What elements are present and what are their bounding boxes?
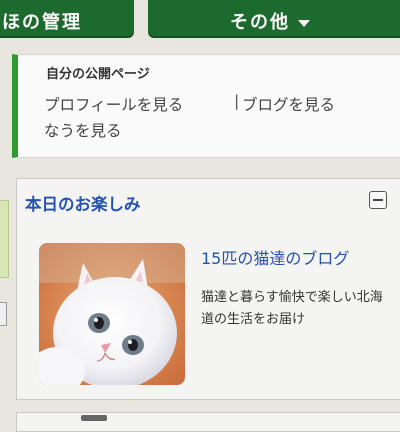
fun-today-title: 本日のお楽しみ [25,195,141,214]
kitten-photo [39,243,185,385]
left-scroll-tab[interactable] [0,302,7,326]
link-separator: | [234,92,240,110]
fun-today-panel: 本日のお楽しみ 15匹の猫達のブログ 猫達と暮らす愉快で楽しい北海道の生活をお届… [16,178,400,400]
featured-blog-link[interactable]: 15匹の猫達のブログ [201,245,349,269]
profile-link[interactable]: プロフィールを見る [44,93,183,115]
next-panel [16,412,400,432]
public-page-title: 自分の公開ページ [46,67,150,82]
tab-other-label: その他 [230,8,310,34]
tab-other[interactable]: その他 [148,0,400,38]
left-sidebar-edge [0,200,9,278]
view-blog-link[interactable]: ブログを見る [242,93,335,115]
featured-blog-description: 猫達と暮らす愉快で楽しい北海道の生活をお届け [201,290,383,327]
tab-blog-manage[interactable]: ほの管理 [0,0,134,38]
now-link[interactable]: なうを見る [44,119,122,141]
cat-thumbnail[interactable] [39,243,185,385]
collapse-button[interactable] [369,191,387,209]
next-panel-title-fragment [81,415,107,421]
tab-blog-manage-label: ほの管理 [2,12,82,33]
caret-down-icon [298,19,310,27]
tab-other-text: その他 [230,12,290,33]
public-page-panel: 自分の公開ページ プロフィールを見る | ブログを見る なうを見る [12,54,400,158]
